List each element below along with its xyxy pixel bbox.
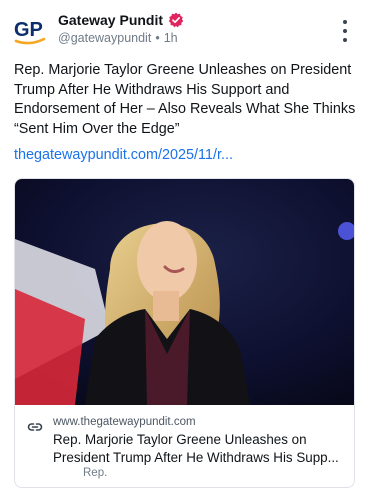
link-preview-footer: www.thegatewaypundit.com Rep. Marjorie T…	[15, 405, 354, 487]
link-preview-description: Rep.	[83, 467, 108, 479]
verified-badge-icon	[168, 12, 184, 28]
avatar-text: GP	[14, 19, 43, 41]
avatar[interactable]: GP	[12, 12, 48, 48]
link-icon	[27, 423, 43, 431]
post-link[interactable]: thegatewaypundit.com/2025/11/r...	[14, 147, 233, 163]
more-vertical-icon[interactable]	[335, 20, 355, 42]
post-timestamp[interactable]: 1h	[164, 31, 178, 45]
link-preview-title[interactable]: Rep. Marjorie Taylor Greene Unleashes on…	[53, 431, 349, 466]
author-display-name[interactable]: Gateway Pundit	[58, 12, 163, 28]
author-handle[interactable]: @gatewaypundit	[58, 31, 151, 45]
link-preview-image[interactable]	[15, 179, 354, 405]
post-header: GP Gateway Pundit @gatewaypundit • 1h	[0, 0, 369, 56]
link-preview-domain: www.thegatewaypundit.com	[53, 416, 196, 428]
meta-separator: •	[155, 31, 160, 45]
speaker-photo	[15, 179, 354, 405]
post-text: Rep. Marjorie Taylor Greene Unleashes on…	[14, 62, 356, 137]
author-meta-row: @gatewaypundit • 1h	[58, 31, 178, 45]
author-name-row: Gateway Pundit	[58, 12, 184, 28]
gp-logo-icon: GP	[14, 19, 46, 45]
link-preview-card[interactable]: www.thegatewaypundit.com Rep. Marjorie T…	[14, 178, 355, 488]
